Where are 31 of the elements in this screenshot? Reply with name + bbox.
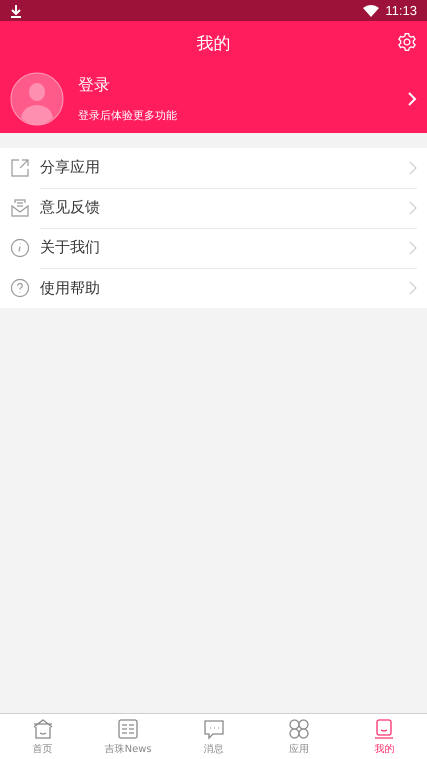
- chevron-right-icon: [409, 240, 417, 254]
- download-icon: [10, 4, 22, 18]
- tab[interactable]: 消息: [170, 714, 256, 759]
- settings-icon[interactable]: [397, 32, 417, 52]
- chevron-right-icon: [409, 281, 417, 295]
- home-icon: [32, 718, 54, 740]
- newspaper-icon: [117, 718, 140, 740]
- envelope-icon: [10, 198, 30, 218]
- tab[interactable]: 我的: [342, 714, 427, 759]
- page-title: 我的: [196, 32, 230, 54]
- menu-item[interactable]: 关于我们: [0, 228, 427, 268]
- info-icon: [10, 238, 30, 258]
- menu-item[interactable]: 意见反馈: [0, 188, 427, 228]
- menu-item[interactable]: 使用帮助: [0, 268, 427, 308]
- share-icon: [10, 158, 30, 178]
- wifi-icon: [363, 4, 380, 16]
- tab[interactable]: 应用: [256, 714, 342, 759]
- chevron-right-icon: [409, 200, 417, 214]
- tab[interactable]: 吉珠News: [85, 714, 171, 759]
- login-title[interactable]: 登录: [78, 75, 393, 96]
- chat-icon: [202, 718, 225, 740]
- tab[interactable]: 首页: [0, 714, 86, 759]
- help-icon: [10, 278, 30, 298]
- clover-icon: [288, 718, 310, 740]
- login-subtitle: 登录后体验更多功能: [78, 108, 178, 123]
- profile-icon: [373, 718, 396, 740]
- chevron-right-icon: [409, 160, 417, 174]
- chevron-right-icon: [407, 91, 417, 107]
- menu-item[interactable]: 分享应用: [0, 148, 427, 188]
- clock-time: 11:13: [385, 3, 417, 18]
- avatar-icon: [10, 72, 64, 126]
